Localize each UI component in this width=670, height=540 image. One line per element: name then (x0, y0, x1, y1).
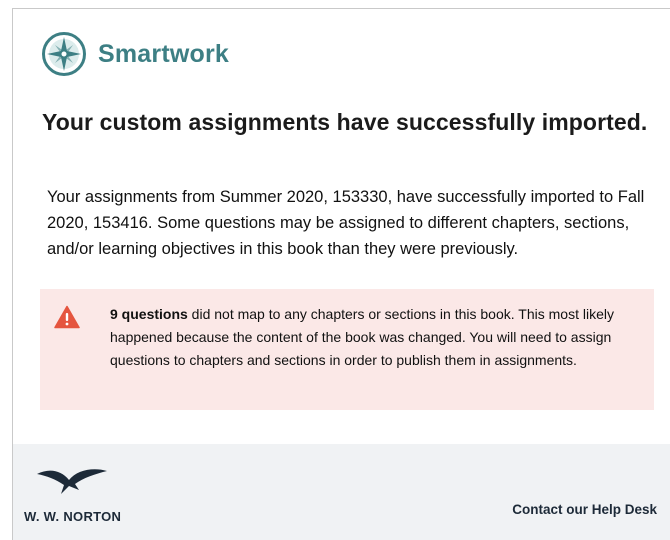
page-title: Your custom assignments have successfull… (42, 109, 648, 135)
compass-rose-icon (42, 32, 86, 76)
warning-triangle-icon (54, 305, 80, 329)
publisher-name: W. W. NORTON (24, 509, 122, 524)
alert-question-count: 9 questions (110, 306, 188, 322)
help-desk-link[interactable]: Contact our Help Desk (512, 502, 657, 517)
brand-header: Smartwork (41, 31, 229, 77)
footer: W. W. NORTON Contact our Help Desk (13, 444, 670, 540)
seagull-icon (37, 469, 107, 494)
import-message: Your assignments from Summer 2020, 15333… (47, 188, 645, 258)
import-result-panel: Smartwork Your custom assignments have s… (12, 8, 670, 540)
alert-message: 9 questions did not map to any chapters … (110, 303, 640, 372)
brand-name: Smartwork (98, 39, 230, 68)
warning-alert: 9 questions did not map to any chapters … (40, 289, 654, 410)
